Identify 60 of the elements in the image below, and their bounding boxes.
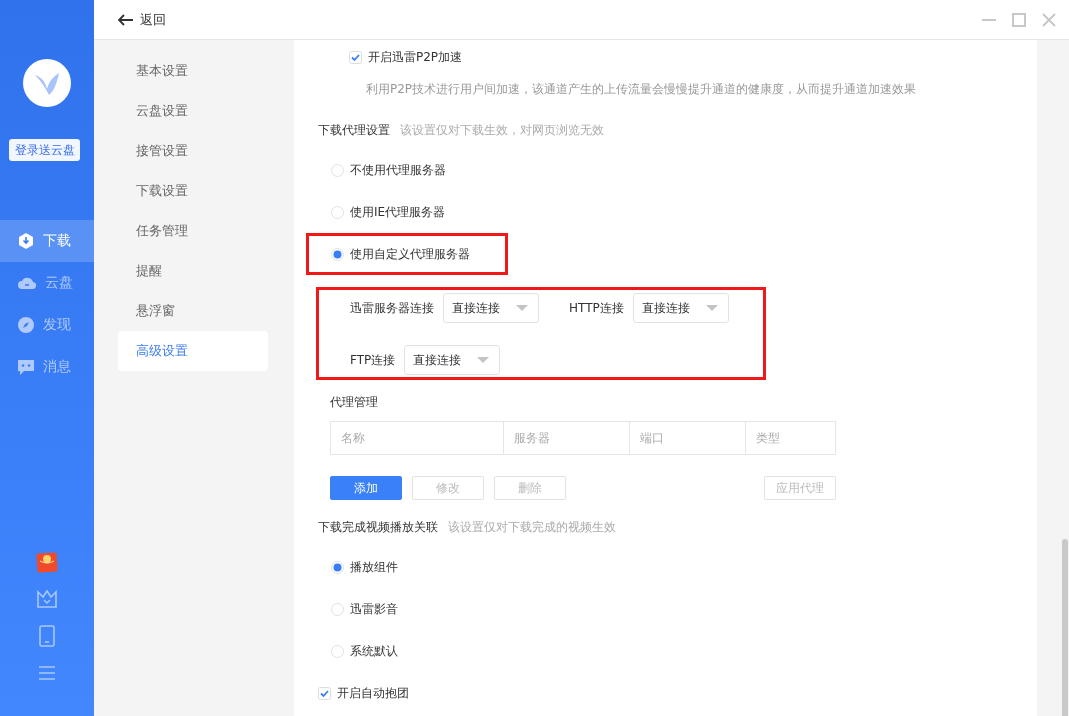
login-button[interactable]: 登录送云盘 (9, 139, 80, 161)
field-label: FTP连接 (350, 351, 396, 369)
field-label: HTTP连接 (569, 299, 624, 317)
column-header: 服务器 (504, 422, 630, 454)
download-icon (17, 232, 35, 250)
checkbox[interactable] (349, 50, 362, 64)
section-hint: 该设置仅对下载生效，对网页浏览无效 (400, 121, 604, 139)
phone-icon[interactable] (39, 624, 55, 647)
radio-label: 不使用代理服务器 (350, 161, 446, 179)
section-hint: 该设置仅对下载完成的视频生效 (448, 518, 616, 536)
radio-button[interactable] (331, 602, 344, 616)
settings-nav-item[interactable]: 任务管理 (118, 211, 268, 251)
action-button[interactable]: 添加 (330, 476, 402, 500)
subsection-title: 代理管理 (329, 393, 379, 411)
settings-nav-item[interactable]: 悬浮窗 (118, 291, 268, 331)
settings-nav-item[interactable]: 基本设置 (118, 51, 268, 91)
radio-button[interactable] (331, 560, 344, 574)
radio-label: 播放组件 (350, 558, 398, 576)
field-label: 迅雷服务器连接 (350, 299, 434, 317)
settings-nav-item[interactable]: 接管设置 (118, 131, 268, 171)
menu-icon[interactable] (38, 664, 56, 681)
settings-nav-item[interactable]: 提醒 (118, 251, 268, 291)
back-button[interactable]: 返回 (118, 10, 166, 29)
radio-button[interactable] (331, 247, 344, 261)
settings-nav-item[interactable]: 下载设置 (118, 171, 268, 211)
p2p-description: 利用P2P技术进行用户间加速，该通道产生的上传流量会慢慢提升通道的健康度，从而提升通道加速效果 (365, 80, 918, 98)
dropdown[interactable]: 直接连接 (632, 293, 729, 323)
radio-label: 系统默认 (350, 642, 398, 660)
caret-icon (477, 356, 490, 364)
radio-label: 迅雷影音 (350, 600, 398, 618)
radio-label: 使用自定义代理服务器 (350, 245, 470, 263)
compass-icon (17, 316, 35, 334)
checkbox[interactable] (318, 686, 331, 700)
back-arrow-icon (118, 13, 133, 26)
caret-icon (516, 304, 528, 312)
dropdown[interactable]: 直接连接 (404, 345, 501, 375)
chat-bubble-icon (17, 358, 35, 376)
column-header: 名称 (331, 422, 504, 454)
gift-envelope-icon[interactable] (36, 550, 58, 573)
radio-button[interactable] (331, 205, 344, 219)
radio-button[interactable] (331, 644, 344, 658)
maximize-icon[interactable] (1011, 11, 1027, 28)
settings-nav-item[interactable]: 高级设置 (118, 331, 268, 371)
column-header: 端口 (630, 422, 746, 454)
radio-label: 使用IE代理服务器 (350, 203, 446, 221)
scrollbar-thumb[interactable] (1062, 539, 1068, 716)
crown-icon[interactable] (37, 589, 57, 608)
caret-icon (705, 304, 718, 312)
checkbox-label: 开启迅雷P2P加速 (368, 48, 463, 66)
section-title: 下载完成视频播放关联 (318, 518, 438, 536)
sidebar-item[interactable]: 下载 (0, 220, 94, 262)
radio-button[interactable] (331, 163, 344, 177)
dropdown[interactable]: 直接连接 (443, 293, 539, 323)
close-icon[interactable] (1041, 11, 1057, 28)
checkbox-label: 开启自动抱团 (337, 684, 409, 702)
bird-logo (23, 59, 71, 107)
column-header: 类型 (755, 429, 781, 447)
cloud-icon (17, 275, 37, 291)
settings-nav-item[interactable]: 云盘设置 (118, 91, 268, 131)
section-title: 下载代理设置 (318, 121, 390, 139)
